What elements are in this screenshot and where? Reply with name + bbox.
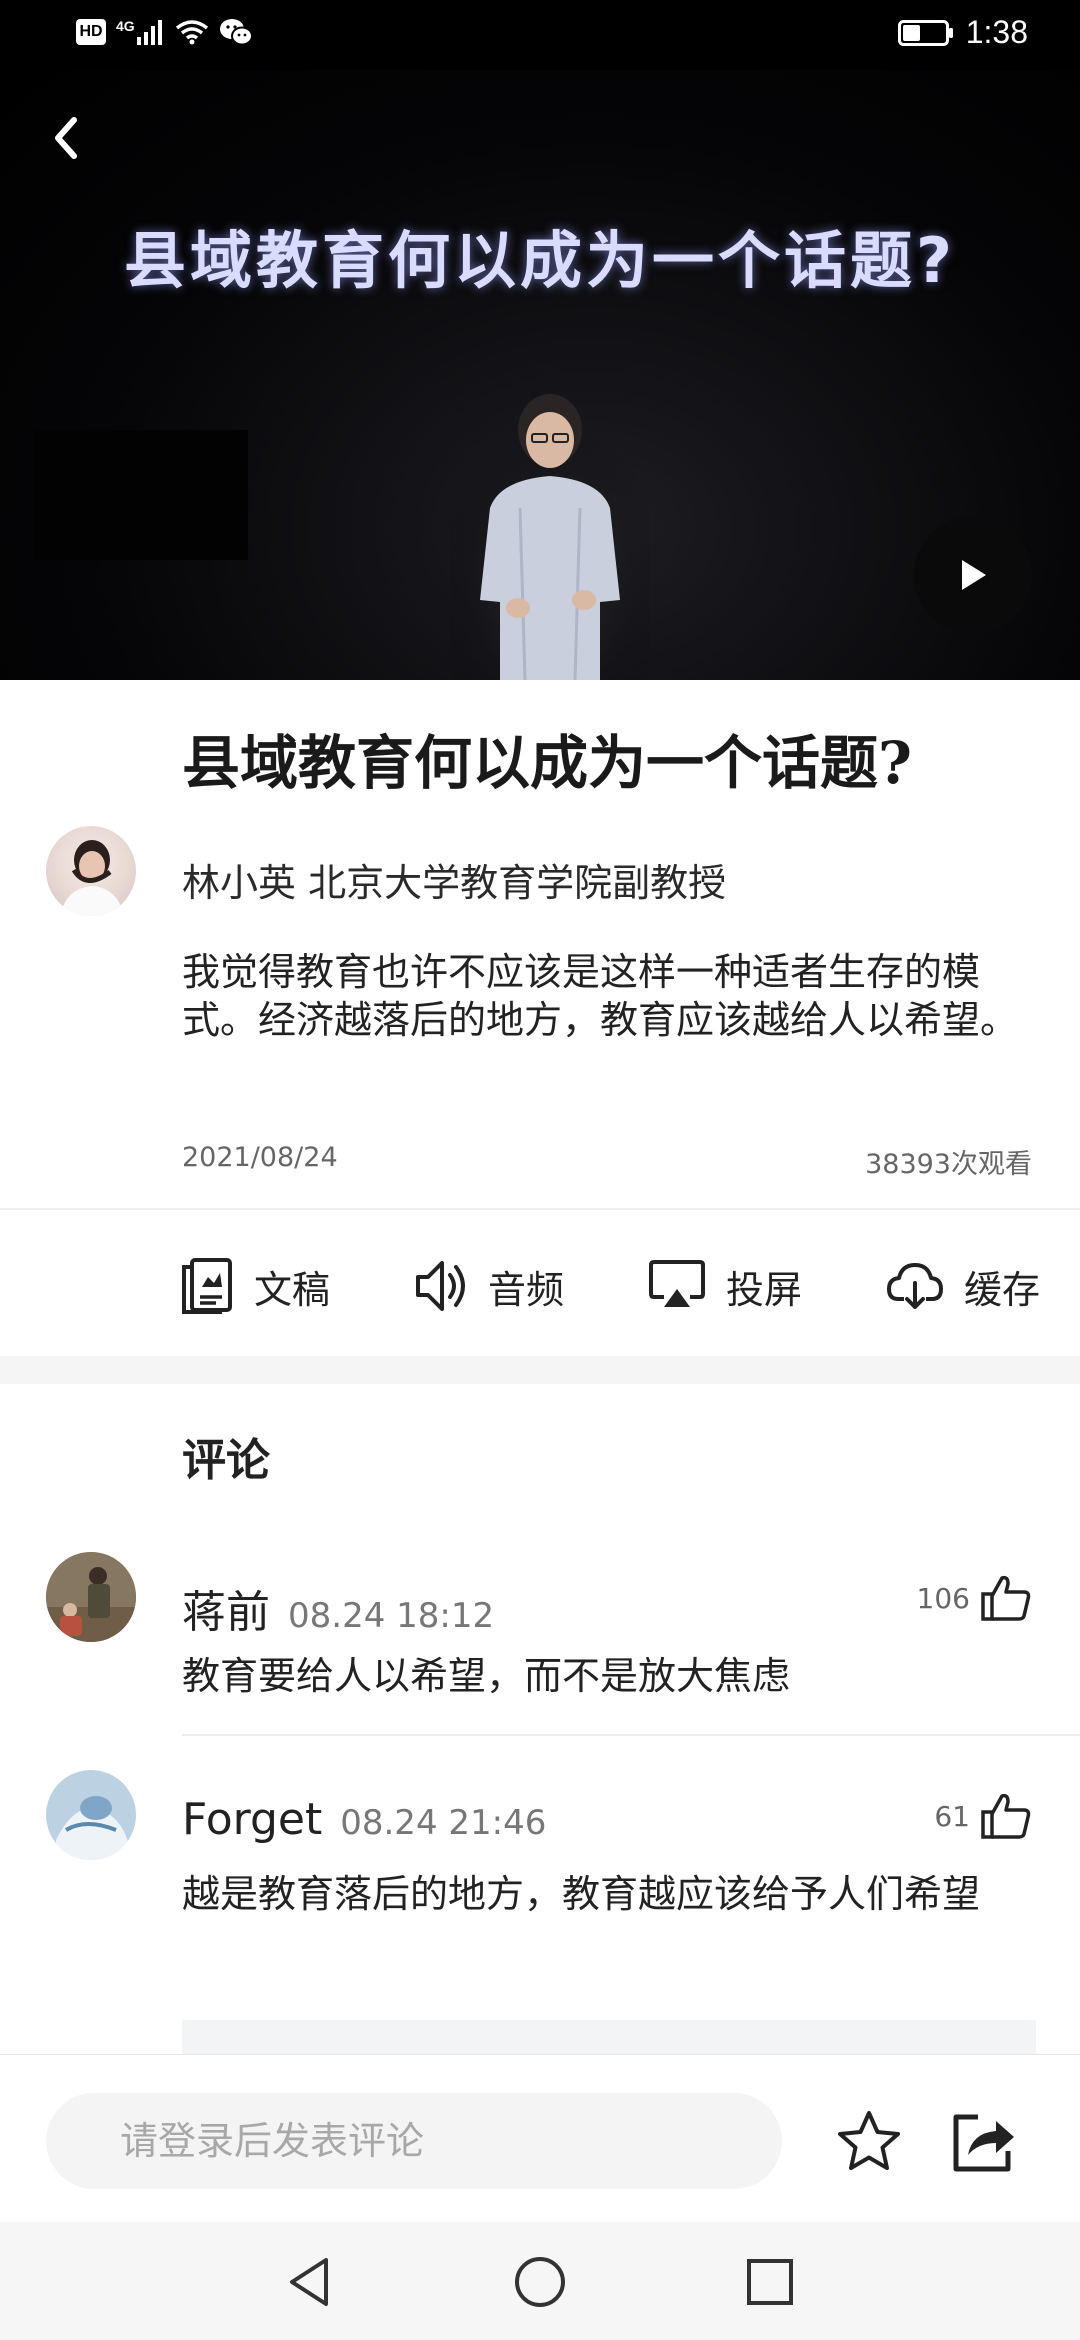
thumbs-up-icon: [981, 1575, 1031, 1621]
transcript-button[interactable]: 文稿: [180, 1257, 330, 1315]
author-info: 林小英 北京大学教育学院副教授: [182, 861, 727, 905]
thumbs-up-icon: [981, 1793, 1031, 1839]
like-count: 106: [916, 1581, 970, 1615]
transcript-label: 文稿: [254, 1267, 331, 1312]
download-label: 缓存: [963, 1267, 1040, 1312]
system-nav-bar: [0, 2222, 1080, 2340]
comment-bar: [0, 2054, 1080, 2222]
clock: 1:38: [965, 14, 1028, 50]
speaker-figure: [450, 388, 650, 680]
comment-input[interactable]: [46, 2093, 782, 2189]
wechat-icon: [219, 19, 253, 46]
comment-item: 蒋前 08.24 18:12 106 教育要给人以希望，而不是放大焦虑: [0, 1548, 1080, 1738]
wifi-icon: [175, 20, 208, 45]
section-separator: [0, 1356, 1080, 1384]
audio-label: 音频: [487, 1267, 564, 1312]
status-bar: HD 4G 1:38: [0, 0, 1080, 70]
share-icon[interactable]: [948, 2107, 1018, 2177]
cellular-signal-icon: 4G: [116, 19, 165, 45]
publish-date: 2021/08/24: [182, 1142, 338, 1173]
comments-heading: 评论: [182, 1435, 270, 1486]
like-button[interactable]: 106: [917, 1574, 1032, 1622]
view-count: 38393次观看: [865, 1149, 1032, 1180]
comment-text: 教育要给人以希望，而不是放大焦虑: [182, 1654, 791, 1698]
commenter-name: 蒋前: [182, 1587, 270, 1638]
cast-button[interactable]: 投屏: [648, 1259, 802, 1314]
favorite-star-icon[interactable]: [834, 2107, 904, 2177]
commenter-avatar[interactable]: [46, 1552, 136, 1642]
video-dark-area: [34, 430, 248, 560]
audio-button[interactable]: 音频: [414, 1257, 564, 1315]
like-button[interactable]: 61: [934, 1792, 1032, 1840]
cloud-download-icon: [886, 1263, 943, 1309]
comment-item: Forget 08.24 21:46 61 越是教育落后的地方，教育越应该给予人们…: [0, 1766, 1080, 2026]
action-bar: 文稿 音频 投屏 缓存: [180, 1248, 1040, 1324]
article-description: 我觉得教育也许不应该是这样一种适者生存的模式。经济越落后的地方，教育应该越给人以…: [182, 950, 1019, 1042]
speaker-icon: [415, 1261, 465, 1311]
download-button[interactable]: 缓存: [886, 1259, 1040, 1314]
like-count: 61: [934, 1799, 970, 1833]
nav-home-icon[interactable]: [510, 2252, 570, 2312]
nav-back-icon[interactable]: [280, 2252, 340, 2312]
divider: [0, 1208, 1080, 1210]
article-title: 县域教育何以成为一个话题?: [182, 729, 912, 797]
comment-time: 08.24 18:12: [288, 1596, 495, 1636]
author-avatar-image: [60, 840, 124, 916]
video-player[interactable]: 县域教育何以成为一个话题?: [0, 70, 1080, 680]
commenter-avatar-image: [46, 1770, 136, 1860]
hd-badge: HD: [76, 19, 106, 45]
cast-label: 投屏: [725, 1267, 802, 1312]
comment-text: 越是教育落后的地方，教育越应该给予人们希望: [182, 1872, 981, 1916]
play-button[interactable]: [914, 516, 1032, 634]
cast-icon: [648, 1260, 705, 1307]
author-avatar[interactable]: [46, 826, 136, 916]
comment-time: 08.24 21:46: [340, 1803, 547, 1843]
back-arrow-icon[interactable]: [44, 108, 92, 168]
play-icon: [962, 560, 986, 590]
commenter-name: Forget: [182, 1794, 323, 1845]
video-title-overlay: 县域教育何以成为一个话题?: [124, 224, 956, 297]
document-icon: [182, 1258, 232, 1314]
commenter-avatar-image: [46, 1552, 136, 1642]
comment-divider: [182, 1734, 1080, 1736]
battery-icon: [897, 19, 953, 46]
network-type: 4G: [116, 18, 135, 34]
commenter-avatar[interactable]: [46, 1770, 136, 1860]
nav-recents-icon[interactable]: [740, 2252, 800, 2312]
